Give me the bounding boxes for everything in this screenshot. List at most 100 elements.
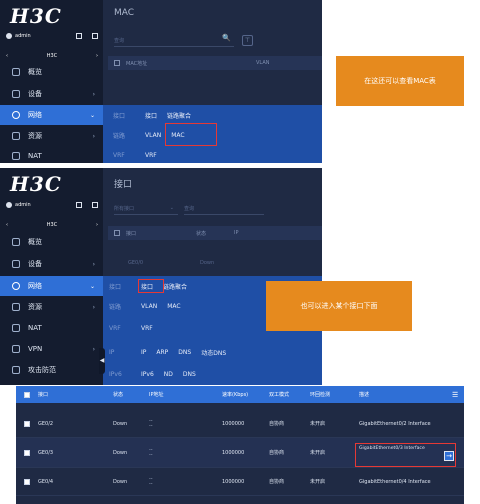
sidebar: H3C admin ‹ H3C › 概览 设备 › 网络 ⌄ xyxy=(0,168,103,385)
interface-table-panel: 接口 状态 IP地址 速率(Kbps) 双工模式 环回检测 描述 ☰ GE0/2… xyxy=(16,386,464,504)
nav-item-resource[interactable]: 资源 › xyxy=(0,126,103,146)
save-icon[interactable] xyxy=(76,33,82,39)
nav-item-network[interactable]: 网络 ⌄ xyxy=(0,105,103,125)
chevron-right-icon: › xyxy=(92,90,95,98)
submenu-item-mac[interactable]: MAC xyxy=(167,303,180,310)
user-icon xyxy=(6,33,12,39)
submenu-item-vlan[interactable]: VLAN xyxy=(145,132,161,139)
device-icon xyxy=(12,90,20,98)
search-input[interactable]: 查询 xyxy=(184,202,264,215)
nav-item-attack-defense[interactable]: 攻击防范 xyxy=(0,360,103,380)
dashboard-icon xyxy=(12,238,20,246)
page-title: 接口 xyxy=(114,180,133,190)
row-checkbox[interactable] xyxy=(24,420,30,427)
device-switcher[interactable]: ‹ H3C › xyxy=(6,51,98,61)
globe-icon xyxy=(12,111,20,119)
submenu-item-vrf[interactable]: VRF xyxy=(145,152,157,159)
logout-icon[interactable] xyxy=(92,202,98,208)
user-icon xyxy=(6,202,12,208)
submenu-item-link-aggregation[interactable]: 链路聚合 xyxy=(163,282,187,291)
submenu-row-vrf: VRF VRF xyxy=(113,151,157,159)
user-bar: admin xyxy=(6,31,98,41)
column-menu-icon[interactable]: ☰ xyxy=(452,386,458,403)
h3c-logo: H3C xyxy=(10,4,62,28)
submenu-row-ipv6: IPv6 IPv6 ND DNS xyxy=(109,370,196,378)
submenu-item-vlan[interactable]: VLAN xyxy=(141,303,157,310)
logout-icon[interactable] xyxy=(92,33,98,39)
callout-mac-table: 在这还可以查看MAC表 xyxy=(336,56,464,106)
nav-item-overview[interactable]: 概览 xyxy=(0,232,103,252)
submenu-item-arp[interactable]: ARP xyxy=(156,349,168,356)
collapse-sidebar-icon[interactable]: ◀ xyxy=(99,348,105,374)
select-all-checkbox[interactable] xyxy=(24,391,30,398)
submenu-item-ipv6[interactable]: IPv6 xyxy=(141,371,154,378)
search-input[interactable]: 查询 xyxy=(114,34,234,47)
dashboard-icon xyxy=(12,68,20,76)
submenu-item-nd[interactable]: ND xyxy=(164,371,173,378)
background-row-port: GE0/0 xyxy=(128,260,144,266)
table-header: 接口 状态 IP xyxy=(108,226,322,240)
chevron-right-icon: › xyxy=(92,132,95,140)
background-row-status: Down xyxy=(200,260,215,266)
nav-item-nat[interactable]: NAT xyxy=(0,146,103,163)
nav-item-overview[interactable]: 概览 xyxy=(0,62,103,82)
highlight-interface xyxy=(138,279,164,293)
nav-item-device[interactable]: 设备 › xyxy=(0,84,103,104)
sidebar: H3C admin ‹ H3C › 概览 设备 › 网络 ⌄ xyxy=(0,0,103,163)
nav-item-resource[interactable]: 资源 › xyxy=(0,297,103,317)
nav-item-vpn[interactable]: VPN › xyxy=(0,339,103,359)
row-checkbox[interactable] xyxy=(24,449,30,456)
submenu-item-dns[interactable]: DNS xyxy=(178,349,191,356)
chevron-left-icon[interactable]: ‹ xyxy=(6,53,8,59)
submenu-item-link-aggregation[interactable]: 链路聚合 xyxy=(167,111,191,120)
save-icon[interactable] xyxy=(76,202,82,208)
chevron-right-icon: › xyxy=(92,260,95,268)
nav-item-network[interactable]: 网络 ⌄ xyxy=(0,276,103,296)
device-switcher[interactable]: ‹ H3C › xyxy=(6,220,98,230)
highlight-enter-interface xyxy=(355,443,456,467)
page-title: MAC xyxy=(114,8,135,18)
submenu-row-interface: 接口 接口 链路聚合 xyxy=(113,111,192,120)
username: admin xyxy=(15,33,31,39)
filter-icon[interactable]: ⊤ xyxy=(242,35,253,46)
chevron-left-icon[interactable]: ‹ xyxy=(6,222,8,228)
submenu-row-ip: IP IP ARP DNS 动态DNS xyxy=(109,348,227,357)
h3c-logo: H3C xyxy=(10,172,62,196)
row-checkbox[interactable] xyxy=(24,478,30,485)
table-header: 接口 状态 IP地址 速率(Kbps) 双工模式 环回检测 描述 ☰ xyxy=(16,386,464,403)
resource-icon xyxy=(12,132,20,140)
shield-icon xyxy=(12,366,20,374)
vpn-icon xyxy=(12,345,20,353)
user-bar: admin xyxy=(6,200,98,210)
select-all-checkbox[interactable] xyxy=(114,60,120,66)
nat-icon xyxy=(12,324,20,332)
submenu-item-interface[interactable]: 接口 xyxy=(145,111,157,120)
chevron-right-icon: › xyxy=(92,303,95,311)
chevron-right-icon: › xyxy=(92,345,95,353)
chevron-down-icon: ⌄ xyxy=(169,205,174,211)
nav-item-nat[interactable]: NAT xyxy=(0,318,103,338)
submenu-item-ddns[interactable]: 动态DNS xyxy=(201,348,226,357)
search-icon[interactable]: 🔍 xyxy=(222,34,231,42)
interface-select[interactable]: 所有接口 ⌄ xyxy=(114,202,178,215)
chevron-right-icon[interactable]: › xyxy=(96,222,98,228)
table-row[interactable]: GE0/4 Down -- -- 1000000 自协商 未开启 Gigabit… xyxy=(16,468,464,496)
globe-icon xyxy=(12,282,20,290)
chevron-down-icon: ⌄ xyxy=(89,282,95,290)
highlight-mac xyxy=(165,123,217,146)
submenu-row-vrf: VRF VRF xyxy=(109,324,153,332)
chevron-down-icon: ⌄ xyxy=(89,111,95,119)
table-header: MAC地址 VLAN xyxy=(108,56,322,70)
mac-screenshot-panel: H3C admin ‹ H3C › 概览 设备 › 网络 ⌄ 资源 › NAT … xyxy=(0,0,322,163)
interface-screenshot-panel: H3C admin ‹ H3C › 概览 设备 › 网络 ⌄ 资源 › NAT … xyxy=(0,168,322,385)
select-all-checkbox[interactable] xyxy=(114,230,120,236)
nav-item-device[interactable]: 设备 › xyxy=(0,254,103,274)
device-icon xyxy=(12,260,20,268)
submenu-item-ip[interactable]: IP xyxy=(141,349,146,356)
chevron-right-icon[interactable]: › xyxy=(96,53,98,59)
submenu-item-vrf[interactable]: VRF xyxy=(141,325,153,332)
submenu-row-link: 链路 VLAN MAC xyxy=(109,302,181,311)
nat-icon xyxy=(12,152,20,160)
device-name: H3C xyxy=(46,53,58,59)
submenu-item-ipv6-dns[interactable]: DNS xyxy=(183,371,196,378)
